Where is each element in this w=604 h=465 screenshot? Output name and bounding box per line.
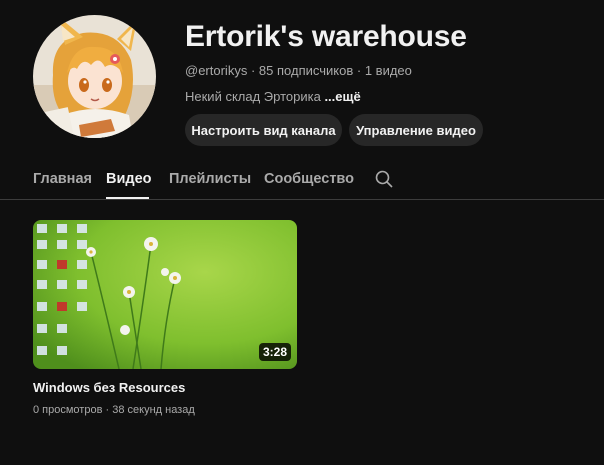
tab-playlists[interactable]: Плейлисты [169, 171, 251, 187]
description-text: Некий склад Эрторика [185, 89, 321, 104]
more-link[interactable]: ...ещё [324, 89, 360, 104]
video-title[interactable]: Windows без Resources [33, 380, 185, 395]
video-duration: 3:28 [258, 343, 291, 361]
channel-handle: @ertorikys [185, 63, 248, 78]
tab-videos[interactable]: Видео [106, 171, 152, 187]
tabs-divider [0, 199, 604, 200]
customize-channel-button[interactable]: Настроить вид канала [185, 114, 342, 146]
tab-community[interactable]: Сообщество [264, 171, 354, 187]
meta-separator: · [105, 404, 110, 416]
search-icon[interactable] [374, 169, 394, 189]
upload-age: 38 секунд назад [112, 404, 195, 416]
meta-separator: · [356, 63, 362, 78]
video-thumbnail[interactable]: 3:28 [33, 220, 297, 369]
anime-fox-girl-avatar-icon [33, 15, 156, 138]
channel-description[interactable]: Некий склад Эрторика ...ещё [185, 89, 361, 104]
view-count: 0 просмотров [33, 404, 103, 416]
channel-meta: @ertorikys · 85 подписчиков · 1 видео [185, 63, 412, 78]
video-count: 1 видео [364, 63, 412, 78]
manage-videos-button[interactable]: Управление видео [349, 114, 483, 146]
desktop-wallpaper-thumbnail [33, 220, 297, 369]
subscriber-count: 85 подписчиков [258, 63, 354, 78]
channel-title: Ertorik's warehouse [185, 20, 467, 53]
meta-separator: · [250, 63, 256, 78]
channel-tabs: Главная Видео Плейлисты Сообщество [0, 164, 604, 200]
video-meta: 0 просмотров · 38 секунд назад [33, 404, 195, 416]
channel-avatar[interactable] [33, 15, 156, 138]
tab-home[interactable]: Главная [33, 171, 92, 187]
